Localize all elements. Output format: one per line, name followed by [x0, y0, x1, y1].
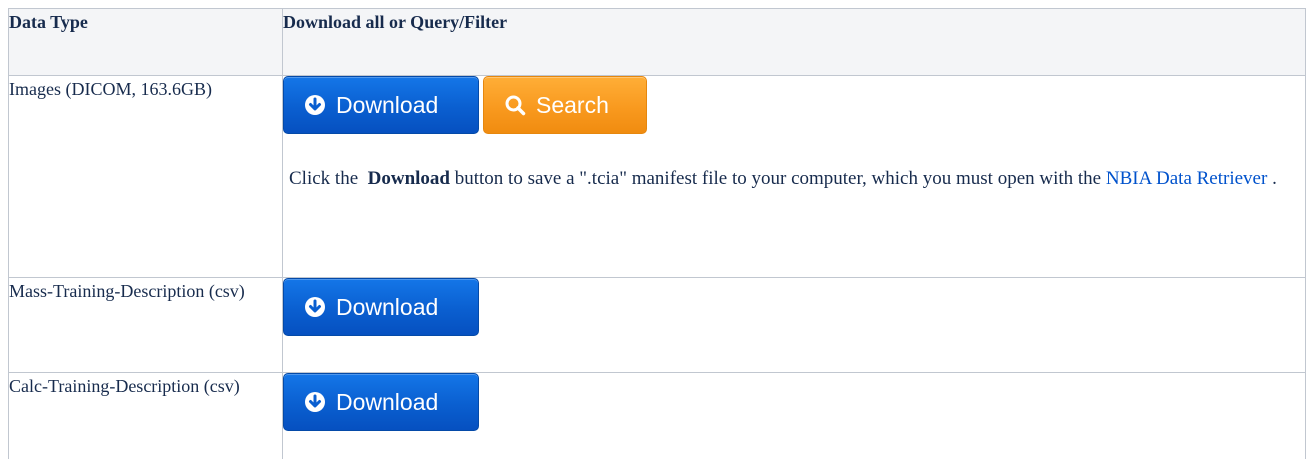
data-type-cell: Mass-Training-Description (csv): [8, 277, 283, 373]
action-cell: Download: [282, 372, 1306, 459]
data-download-table: Data Type Download all or Query/Filter I…: [8, 8, 1306, 459]
instructions-suffix: .: [1272, 168, 1277, 189]
table-row: Calc-Training-Description (csv) Download: [8, 372, 1306, 459]
download-circle-icon: [304, 94, 326, 116]
nbia-data-retriever-link[interactable]: NBIA Data Retriever: [1106, 168, 1267, 189]
download-instructions: Click the Download button to save a ".tc…: [283, 162, 1279, 196]
action-cell: Download: [282, 277, 1306, 373]
download-button-label: Download: [336, 294, 439, 320]
data-type-cell: Calc-Training-Description (csv): [8, 372, 283, 459]
button-group: Download Search: [283, 76, 1305, 134]
download-button[interactable]: Download: [283, 373, 479, 431]
page: Data Type Download all or Query/Filter I…: [0, 0, 1312, 459]
download-button-label: Download: [336, 92, 439, 118]
search-icon: [504, 94, 526, 116]
download-circle-icon: [304, 296, 326, 318]
header-download: Download all or Query/Filter: [282, 8, 1306, 76]
instructions-prefix: Click the: [289, 168, 359, 189]
action-cell: Download Search Click the Download butto…: [282, 75, 1306, 278]
table-header-row: Data Type Download all or Query/Filter: [8, 8, 1306, 76]
download-button[interactable]: Download: [283, 76, 479, 134]
table-row: Mass-Training-Description (csv) Download: [8, 277, 1306, 373]
download-circle-icon: [304, 391, 326, 413]
download-button-label: Download: [336, 389, 439, 415]
instructions-middle: button to save a ".tcia" manifest file t…: [454, 168, 1102, 189]
download-button[interactable]: Download: [283, 278, 479, 336]
table-row: Images (DICOM, 163.6GB) Download Search …: [8, 75, 1306, 278]
data-type-cell: Images (DICOM, 163.6GB): [8, 75, 283, 278]
instructions-bold: Download: [367, 168, 450, 189]
search-button[interactable]: Search: [483, 76, 647, 134]
search-button-label: Search: [536, 92, 609, 118]
header-data-type: Data Type: [8, 8, 283, 76]
